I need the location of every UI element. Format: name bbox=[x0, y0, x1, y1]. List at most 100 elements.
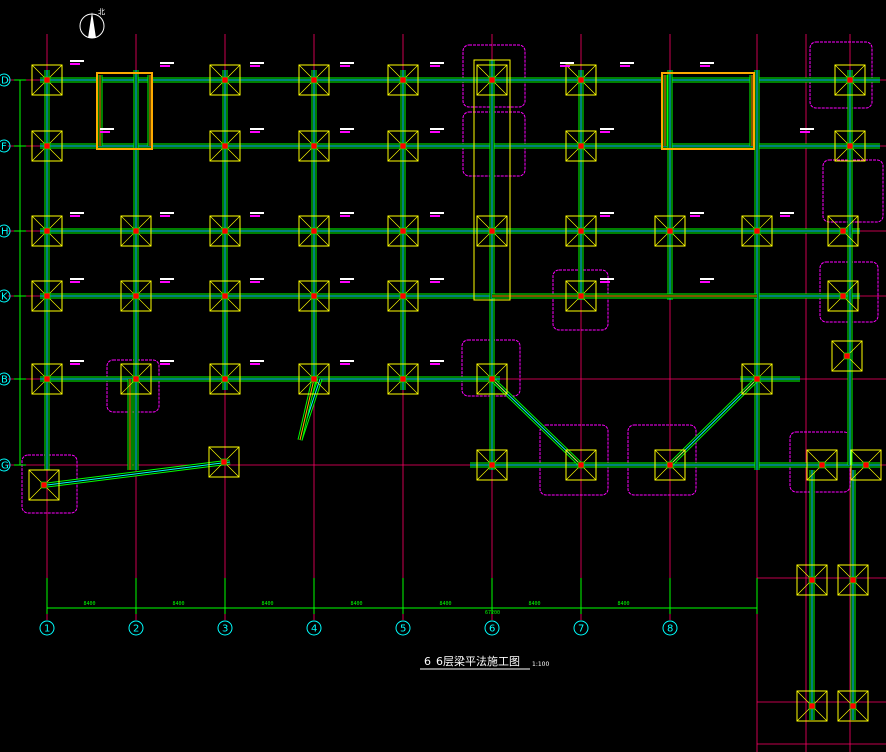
column-30-core bbox=[43, 375, 51, 383]
axis-bubble-row-label-G: G bbox=[1, 461, 9, 472]
column-1-core bbox=[221, 76, 229, 84]
dimension-bay-label-4: 8400 bbox=[440, 601, 452, 607]
column-27-core bbox=[399, 292, 407, 300]
column-2-core bbox=[310, 76, 318, 84]
column-32-core bbox=[221, 375, 229, 383]
axis-bubble-row-label-H: H bbox=[1, 227, 9, 238]
column-11-core bbox=[577, 142, 585, 150]
dimension-bay-label-1: 8400 bbox=[173, 601, 185, 607]
beam-note-line-1 bbox=[160, 62, 174, 64]
column-19-core bbox=[577, 227, 585, 235]
column-15-core bbox=[221, 227, 229, 235]
axis-bubble-row-label-B: B bbox=[1, 375, 8, 386]
dimension-bay-label-5: 8400 bbox=[529, 601, 541, 607]
beam-note-tag-19 bbox=[600, 215, 610, 217]
column-3-core bbox=[399, 76, 407, 84]
beam-note-tag-26 bbox=[430, 281, 440, 283]
beam-note-tag-31 bbox=[250, 363, 260, 365]
beam-note-line-0 bbox=[70, 60, 84, 62]
beam-diag-west-core bbox=[491, 378, 582, 466]
column-48-core bbox=[849, 702, 857, 710]
beam-note-line-23 bbox=[160, 278, 174, 280]
beam-note-line-28 bbox=[700, 278, 714, 280]
beam-note-line-9 bbox=[250, 128, 264, 130]
column-23-core bbox=[43, 292, 51, 300]
beam-note-line-19 bbox=[600, 212, 614, 214]
beam-note-tag-25 bbox=[340, 281, 350, 283]
column-0-core bbox=[43, 76, 51, 84]
column-42-core bbox=[862, 461, 870, 469]
column-24-core bbox=[132, 292, 140, 300]
beam-note-line-11 bbox=[430, 128, 444, 130]
axis-bubble-row-label-D: D bbox=[1, 76, 9, 87]
beam-note-line-21 bbox=[780, 212, 794, 214]
beam-note-tag-14 bbox=[70, 215, 80, 217]
axis-bubble-row-label-F: F bbox=[1, 142, 7, 153]
column-33-core bbox=[310, 375, 318, 383]
column-43-core bbox=[40, 481, 48, 489]
stair-core-east bbox=[661, 72, 755, 150]
dimension-bay-label-6: 8400 bbox=[618, 601, 630, 607]
axis-bubble-col-label-2: 2 bbox=[133, 624, 139, 635]
beam-note-tag-5 bbox=[560, 65, 570, 67]
beam-note-line-18 bbox=[430, 212, 444, 214]
beam-note-tag-2 bbox=[250, 65, 260, 67]
column-16-core bbox=[310, 227, 318, 235]
dimension-overall-label: 67200 bbox=[485, 610, 500, 616]
axis-bubble-col-label-5: 5 bbox=[400, 624, 406, 635]
beam-note-line-4 bbox=[430, 62, 444, 64]
column-layer bbox=[28, 64, 882, 722]
axis-bubble-col-label-4: 4 bbox=[311, 624, 317, 635]
north-arrow-label: 北 bbox=[98, 8, 105, 16]
column-22-core bbox=[839, 227, 847, 235]
axis-bubble-col-label-6: 6 bbox=[489, 624, 495, 635]
axis-bubble-col-label-8: 8 bbox=[667, 624, 673, 635]
column-18-core bbox=[488, 227, 496, 235]
column-26-core bbox=[310, 292, 318, 300]
beam-note-line-10 bbox=[340, 128, 354, 130]
axis-bubble-row-label-K: K bbox=[1, 292, 8, 303]
beam-note-tag-32 bbox=[340, 363, 350, 365]
column-39-core bbox=[577, 461, 585, 469]
column-28-core bbox=[577, 292, 585, 300]
column-38-core bbox=[488, 461, 496, 469]
beam-note-tag-16 bbox=[250, 215, 260, 217]
column-6-core bbox=[846, 76, 854, 84]
beam-note-line-15 bbox=[160, 212, 174, 214]
beam-note-tag-17 bbox=[340, 215, 350, 217]
axis-bubble-col-label-7: 7 bbox=[578, 624, 584, 635]
beam-note-tag-28 bbox=[700, 281, 710, 283]
beam-note-tag-8 bbox=[100, 131, 110, 133]
beam-note-line-6 bbox=[620, 62, 634, 64]
dimension-bay-label-3: 8400 bbox=[351, 601, 363, 607]
column-7-core bbox=[43, 142, 51, 150]
beam-note-line-3 bbox=[340, 62, 354, 64]
cloud-5 bbox=[627, 424, 697, 496]
beam-note-line-20 bbox=[690, 212, 704, 214]
beam-note-line-29 bbox=[70, 360, 84, 362]
beam-note-line-22 bbox=[70, 278, 84, 280]
stair-core-west bbox=[96, 72, 153, 150]
beam-note-tag-9 bbox=[250, 131, 260, 133]
column-29-core bbox=[839, 292, 847, 300]
beam-note-line-26 bbox=[430, 278, 444, 280]
column-41-core bbox=[818, 461, 826, 469]
column-13-core bbox=[43, 227, 51, 235]
axis-bubble-col-label-1: 1 bbox=[44, 624, 50, 635]
beam-note-tag-15 bbox=[160, 215, 170, 217]
drawing-title: 6层梁平法施工图 bbox=[436, 654, 520, 668]
column-20-core bbox=[666, 227, 674, 235]
column-45-core bbox=[808, 576, 816, 584]
beam-note-tag-0 bbox=[70, 63, 80, 65]
beam-note-tag-10 bbox=[340, 131, 350, 133]
beam-note-line-33 bbox=[430, 360, 444, 362]
beam-note-tag-33 bbox=[430, 363, 440, 365]
dimension-chain: 8400 8400 8400 8400 8400 8400 8400 67200 bbox=[14, 79, 758, 616]
column-37-core bbox=[843, 352, 851, 360]
drawing-scale: 1:100 bbox=[532, 661, 549, 668]
column-25-core bbox=[221, 292, 229, 300]
beam-annotation-layer bbox=[70, 60, 814, 365]
column-40-core bbox=[666, 461, 674, 469]
beam-note-tag-22 bbox=[70, 281, 80, 283]
beam-note-line-32 bbox=[340, 360, 354, 362]
